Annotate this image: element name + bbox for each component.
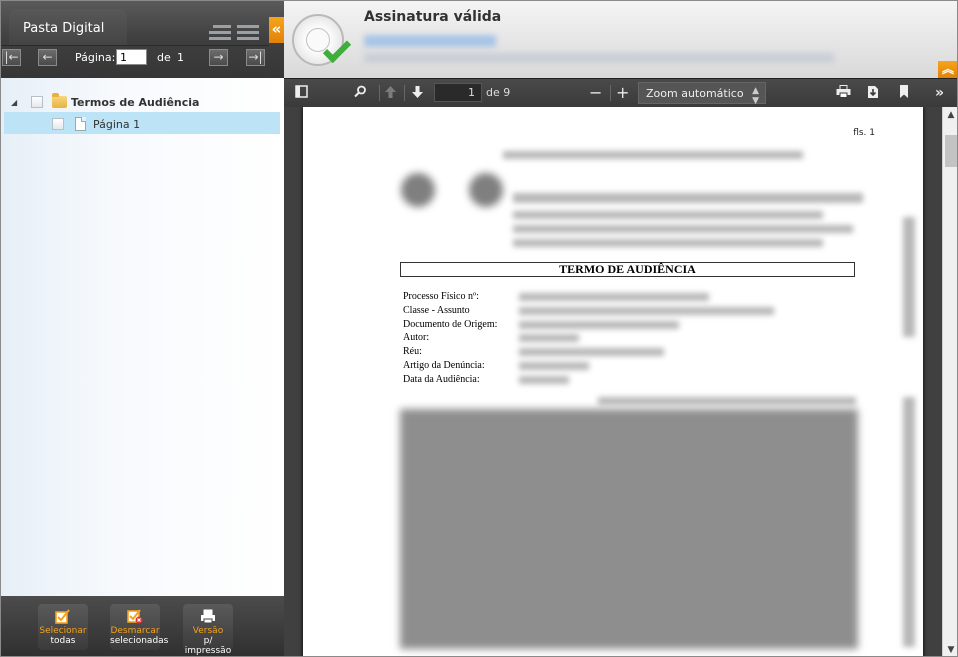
field-reu: Réu: bbox=[403, 346, 422, 357]
sidebar-toggle-icon[interactable] bbox=[295, 85, 308, 102]
signer-link-redacted bbox=[364, 35, 496, 47]
viewer-page-total: de 9 bbox=[486, 86, 511, 99]
vertical-scrollbar[interactable]: ▲ ▼ bbox=[942, 107, 957, 656]
select-all-label-2: todas bbox=[50, 636, 76, 646]
next-page-button[interactable]: → bbox=[209, 49, 228, 66]
field-processo: Processo Físico nº: bbox=[403, 291, 479, 302]
redacted-value bbox=[519, 334, 579, 342]
tree-folder-label: Termos de Audiência bbox=[71, 95, 200, 109]
redacted-letterhead-line bbox=[513, 193, 863, 203]
redacted-value bbox=[519, 376, 569, 384]
redacted-emblem bbox=[401, 173, 435, 207]
page-stamp: fls. 1 bbox=[853, 128, 875, 138]
select-arrows-icon: ▲ ▼ bbox=[752, 86, 759, 106]
tree-page-label: Página 1 bbox=[93, 117, 141, 131]
field-artigo: Artigo da Denúncia: bbox=[403, 360, 485, 371]
page-navigator: |← ← Página: de 1 → →| bbox=[1, 47, 284, 69]
redacted-value bbox=[519, 348, 664, 356]
expand-caret-icon[interactable]: ◢ bbox=[11, 98, 19, 107]
toolbar-separator bbox=[610, 85, 611, 101]
page-number-input[interactable] bbox=[116, 49, 147, 65]
list-view-icon[interactable] bbox=[237, 25, 259, 40]
left-panel-header: Pasta Digital « |← ← Página: de 1 → →| bbox=[1, 1, 284, 78]
more-tools-icon[interactable]: » bbox=[935, 85, 944, 101]
print-icon[interactable] bbox=[836, 85, 851, 102]
tree-item-folder[interactable]: ◢ Termos de Audiência bbox=[11, 91, 199, 113]
signature-header: Assinatura válida ︽ bbox=[284, 1, 957, 78]
previous-page-icon[interactable] bbox=[384, 85, 397, 103]
redacted-letterhead-line bbox=[513, 225, 853, 233]
checkbox-check-icon bbox=[55, 609, 71, 624]
document-title: TERMO DE AUDIÊNCIA bbox=[400, 262, 855, 277]
view-mode-switch bbox=[209, 25, 259, 40]
scrollbar-thumb[interactable] bbox=[945, 135, 957, 167]
redacted-body-line bbox=[598, 397, 856, 405]
download-icon[interactable] bbox=[867, 85, 879, 103]
left-panel-footer: Selecionar todas Desmarcar selecionadas … bbox=[1, 596, 284, 656]
print-label-2: p/ impressão bbox=[184, 636, 232, 656]
collapse-panel-button[interactable]: « bbox=[269, 17, 284, 43]
redacted-margin-note bbox=[903, 217, 915, 337]
signature-status: Assinatura válida bbox=[364, 9, 502, 25]
toolbar-separator bbox=[404, 85, 405, 101]
zoom-select[interactable]: Zoom automático ▲ ▼ bbox=[638, 82, 766, 106]
zoom-in-icon[interactable]: + bbox=[616, 85, 629, 101]
page-icon bbox=[75, 117, 86, 131]
printer-icon bbox=[200, 609, 216, 624]
toolbar-separator bbox=[379, 85, 380, 101]
bookmark-icon[interactable] bbox=[899, 85, 909, 103]
page-checkbox[interactable] bbox=[52, 118, 64, 130]
redacted-value bbox=[519, 307, 774, 315]
next-page-icon[interactable] bbox=[411, 85, 424, 103]
redacted-value bbox=[519, 362, 589, 370]
document-viewport[interactable]: fls. 1 TERMO DE AUDIÊNCIA Processo Físic… bbox=[284, 107, 942, 656]
tab-pasta-digital[interactable]: Pasta Digital bbox=[9, 9, 127, 45]
scroll-up-icon[interactable]: ▲ bbox=[943, 107, 957, 123]
field-classe: Classe - Assunto bbox=[403, 305, 470, 316]
last-page-button[interactable]: →| bbox=[246, 49, 265, 66]
field-autor: Autor: bbox=[403, 332, 430, 343]
previous-page-button[interactable]: ← bbox=[38, 49, 57, 66]
scroll-down-icon[interactable]: ▼ bbox=[943, 642, 957, 656]
tab-divider bbox=[1, 45, 269, 46]
print-label-1: Versão bbox=[192, 626, 224, 636]
redacted-body-text bbox=[400, 409, 858, 649]
digital-seal-icon bbox=[292, 14, 352, 66]
collapse-header-button[interactable]: ︽ bbox=[938, 61, 957, 78]
deselect-label-1: Desmarcar bbox=[110, 626, 160, 636]
app-window: Pasta Digital « |← ← Página: de 1 → →| ◢ bbox=[0, 0, 958, 657]
field-data: Data da Audiência: bbox=[403, 374, 480, 385]
tree-item-page[interactable]: Página 1 bbox=[52, 113, 140, 135]
redacted-emblem bbox=[469, 173, 503, 207]
redacted-margin-note bbox=[903, 397, 915, 647]
selected-row-highlight bbox=[4, 112, 280, 134]
folder-icon bbox=[52, 93, 67, 108]
print-version-button[interactable]: Versão p/ impressão bbox=[183, 604, 233, 656]
first-page-button[interactable]: |← bbox=[2, 49, 21, 66]
redacted-letterhead-line bbox=[513, 239, 823, 247]
redacted-letterhead-line bbox=[503, 151, 803, 159]
redacted-value bbox=[519, 293, 709, 301]
of-label: de bbox=[157, 51, 171, 64]
zoom-out-icon[interactable]: − bbox=[589, 85, 602, 101]
field-documento: Documento de Origem: bbox=[403, 319, 498, 330]
folder-checkbox[interactable] bbox=[31, 96, 43, 108]
document-page: fls. 1 TERMO DE AUDIÊNCIA Processo Físic… bbox=[303, 107, 923, 656]
signature-details-redacted bbox=[364, 53, 834, 63]
deselect-label-2: selecionadas bbox=[110, 636, 169, 646]
total-pages: 1 bbox=[177, 51, 184, 64]
redacted-letterhead-line bbox=[513, 211, 823, 219]
zoom-select-value: Zoom automático bbox=[646, 87, 744, 100]
deselect-button[interactable]: Desmarcar selecionadas bbox=[110, 604, 169, 650]
select-all-label-1: Selecionar bbox=[39, 626, 87, 636]
redacted-value bbox=[519, 321, 679, 329]
tree-view-icon[interactable] bbox=[209, 25, 231, 40]
viewer-toolbar: 1 de 9 − + Zoom automático ▲ ▼ » bbox=[284, 78, 957, 107]
checkbox-remove-icon bbox=[127, 609, 143, 624]
page-label: Página: bbox=[75, 51, 116, 64]
viewer-page-input[interactable]: 1 bbox=[434, 83, 482, 102]
select-all-button[interactable]: Selecionar todas bbox=[38, 604, 88, 650]
left-panel: Pasta Digital « |← ← Página: de 1 → →| ◢ bbox=[1, 1, 284, 656]
search-icon[interactable] bbox=[354, 85, 367, 102]
